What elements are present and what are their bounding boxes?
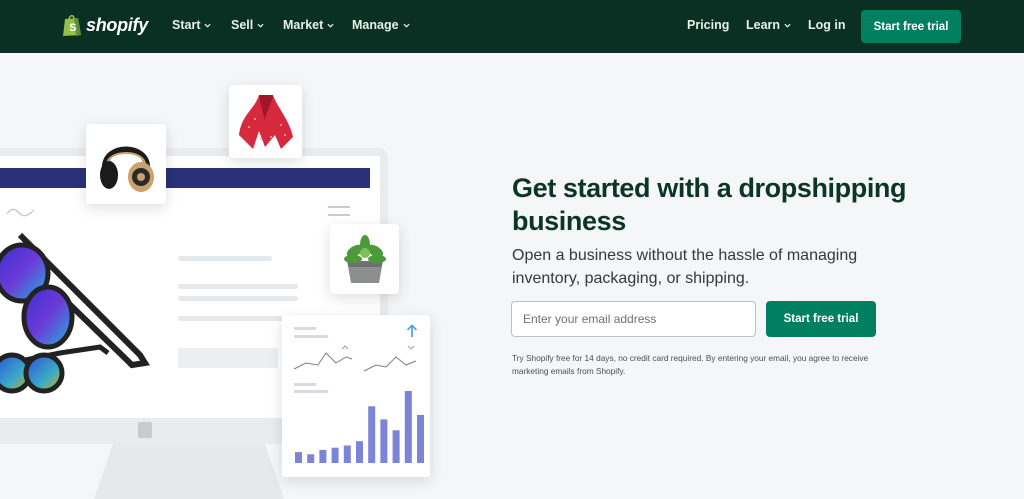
bar-chart-bar <box>404 391 412 463</box>
chevron-down-icon <box>257 23 264 28</box>
nav-item-pricing[interactable]: Pricing <box>687 18 729 32</box>
bar-chart-bar <box>392 430 400 463</box>
placeholder-line <box>178 296 298 301</box>
bar-chart-bar <box>417 415 424 463</box>
monitor-bag-logo <box>138 422 152 438</box>
nav-item-label: Manage <box>352 18 399 32</box>
disclaimer-text: Try Shopify free for 14 days, no credit … <box>512 353 869 376</box>
nav-item-label: Log in <box>808 18 846 32</box>
sunglasses-image <box>0 232 150 394</box>
nav-item-login[interactable]: Log in <box>808 18 846 32</box>
page-headline: Get started with a dropshipping business <box>512 173 907 236</box>
arrow-up-icon <box>406 324 418 337</box>
svg-text:S: S <box>69 22 76 34</box>
nav-item-sell[interactable]: Sell <box>231 18 264 32</box>
nav-item-label: Pricing <box>687 18 730 32</box>
chevron-down-icon <box>204 23 212 28</box>
nav-item-label: Market <box>283 18 324 32</box>
bar-chart-bar <box>343 445 351 463</box>
headphones-card <box>86 124 166 204</box>
page-subheadline: Open a business without the hassle of ma… <box>512 247 858 287</box>
nav-item-market[interactable]: Market <box>283 18 334 32</box>
bar-chart <box>295 391 424 463</box>
bar-chart-bar <box>356 441 363 463</box>
hero-start-free-trial-button[interactable]: Start free trial <box>766 301 876 337</box>
chevron-down-icon <box>327 23 334 28</box>
placeholder-line <box>178 284 298 289</box>
nav-item-label: Sell <box>231 18 254 32</box>
placeholder-line <box>178 256 272 261</box>
nav-item-manage[interactable]: Manage <box>352 18 410 32</box>
bar-chart-bar <box>295 452 302 463</box>
bar-chart-bar <box>307 454 315 463</box>
hamburger-menu-icon <box>328 206 350 216</box>
scarf-image <box>238 94 293 149</box>
shopify-logo[interactable]: S shopify <box>62 13 148 37</box>
nav-item-label: Learn <box>746 18 781 32</box>
bar-chart-bar <box>368 406 376 463</box>
chevron-down-icon <box>784 23 791 28</box>
placeholder-line <box>178 316 298 321</box>
placeholder-button <box>178 348 278 368</box>
succulent-card <box>330 224 399 294</box>
top-navigation: S shopify Start Sell Market Manage Prici… <box>0 0 1024 53</box>
nav-item-learn[interactable]: Learn <box>746 18 791 32</box>
chevron-down-icon <box>402 23 410 28</box>
scarf-card <box>229 85 302 158</box>
monitor-stand <box>94 444 284 499</box>
nav-start-free-trial-button[interactable]: Start free trial <box>861 10 961 43</box>
email-input[interactable] <box>511 301 756 337</box>
bar-chart-bar <box>380 419 388 463</box>
logo-wordmark: shopify <box>86 14 148 35</box>
nav-item-label: Start <box>172 18 201 32</box>
nav-item-start[interactable]: Start <box>172 18 212 32</box>
shopping-bag-icon: S <box>63 14 81 36</box>
squiggle-logo-placeholder <box>6 208 35 217</box>
sparkline-charts <box>293 345 417 372</box>
placeholder-line <box>294 335 328 338</box>
succulent-image <box>343 235 386 283</box>
monitor-header-bar <box>0 168 370 188</box>
headphones-image <box>100 146 154 192</box>
bar-chart-bar <box>319 449 327 463</box>
placeholder-line <box>294 327 316 330</box>
bar-chart-bar <box>331 447 339 463</box>
analytics-card <box>282 315 430 477</box>
